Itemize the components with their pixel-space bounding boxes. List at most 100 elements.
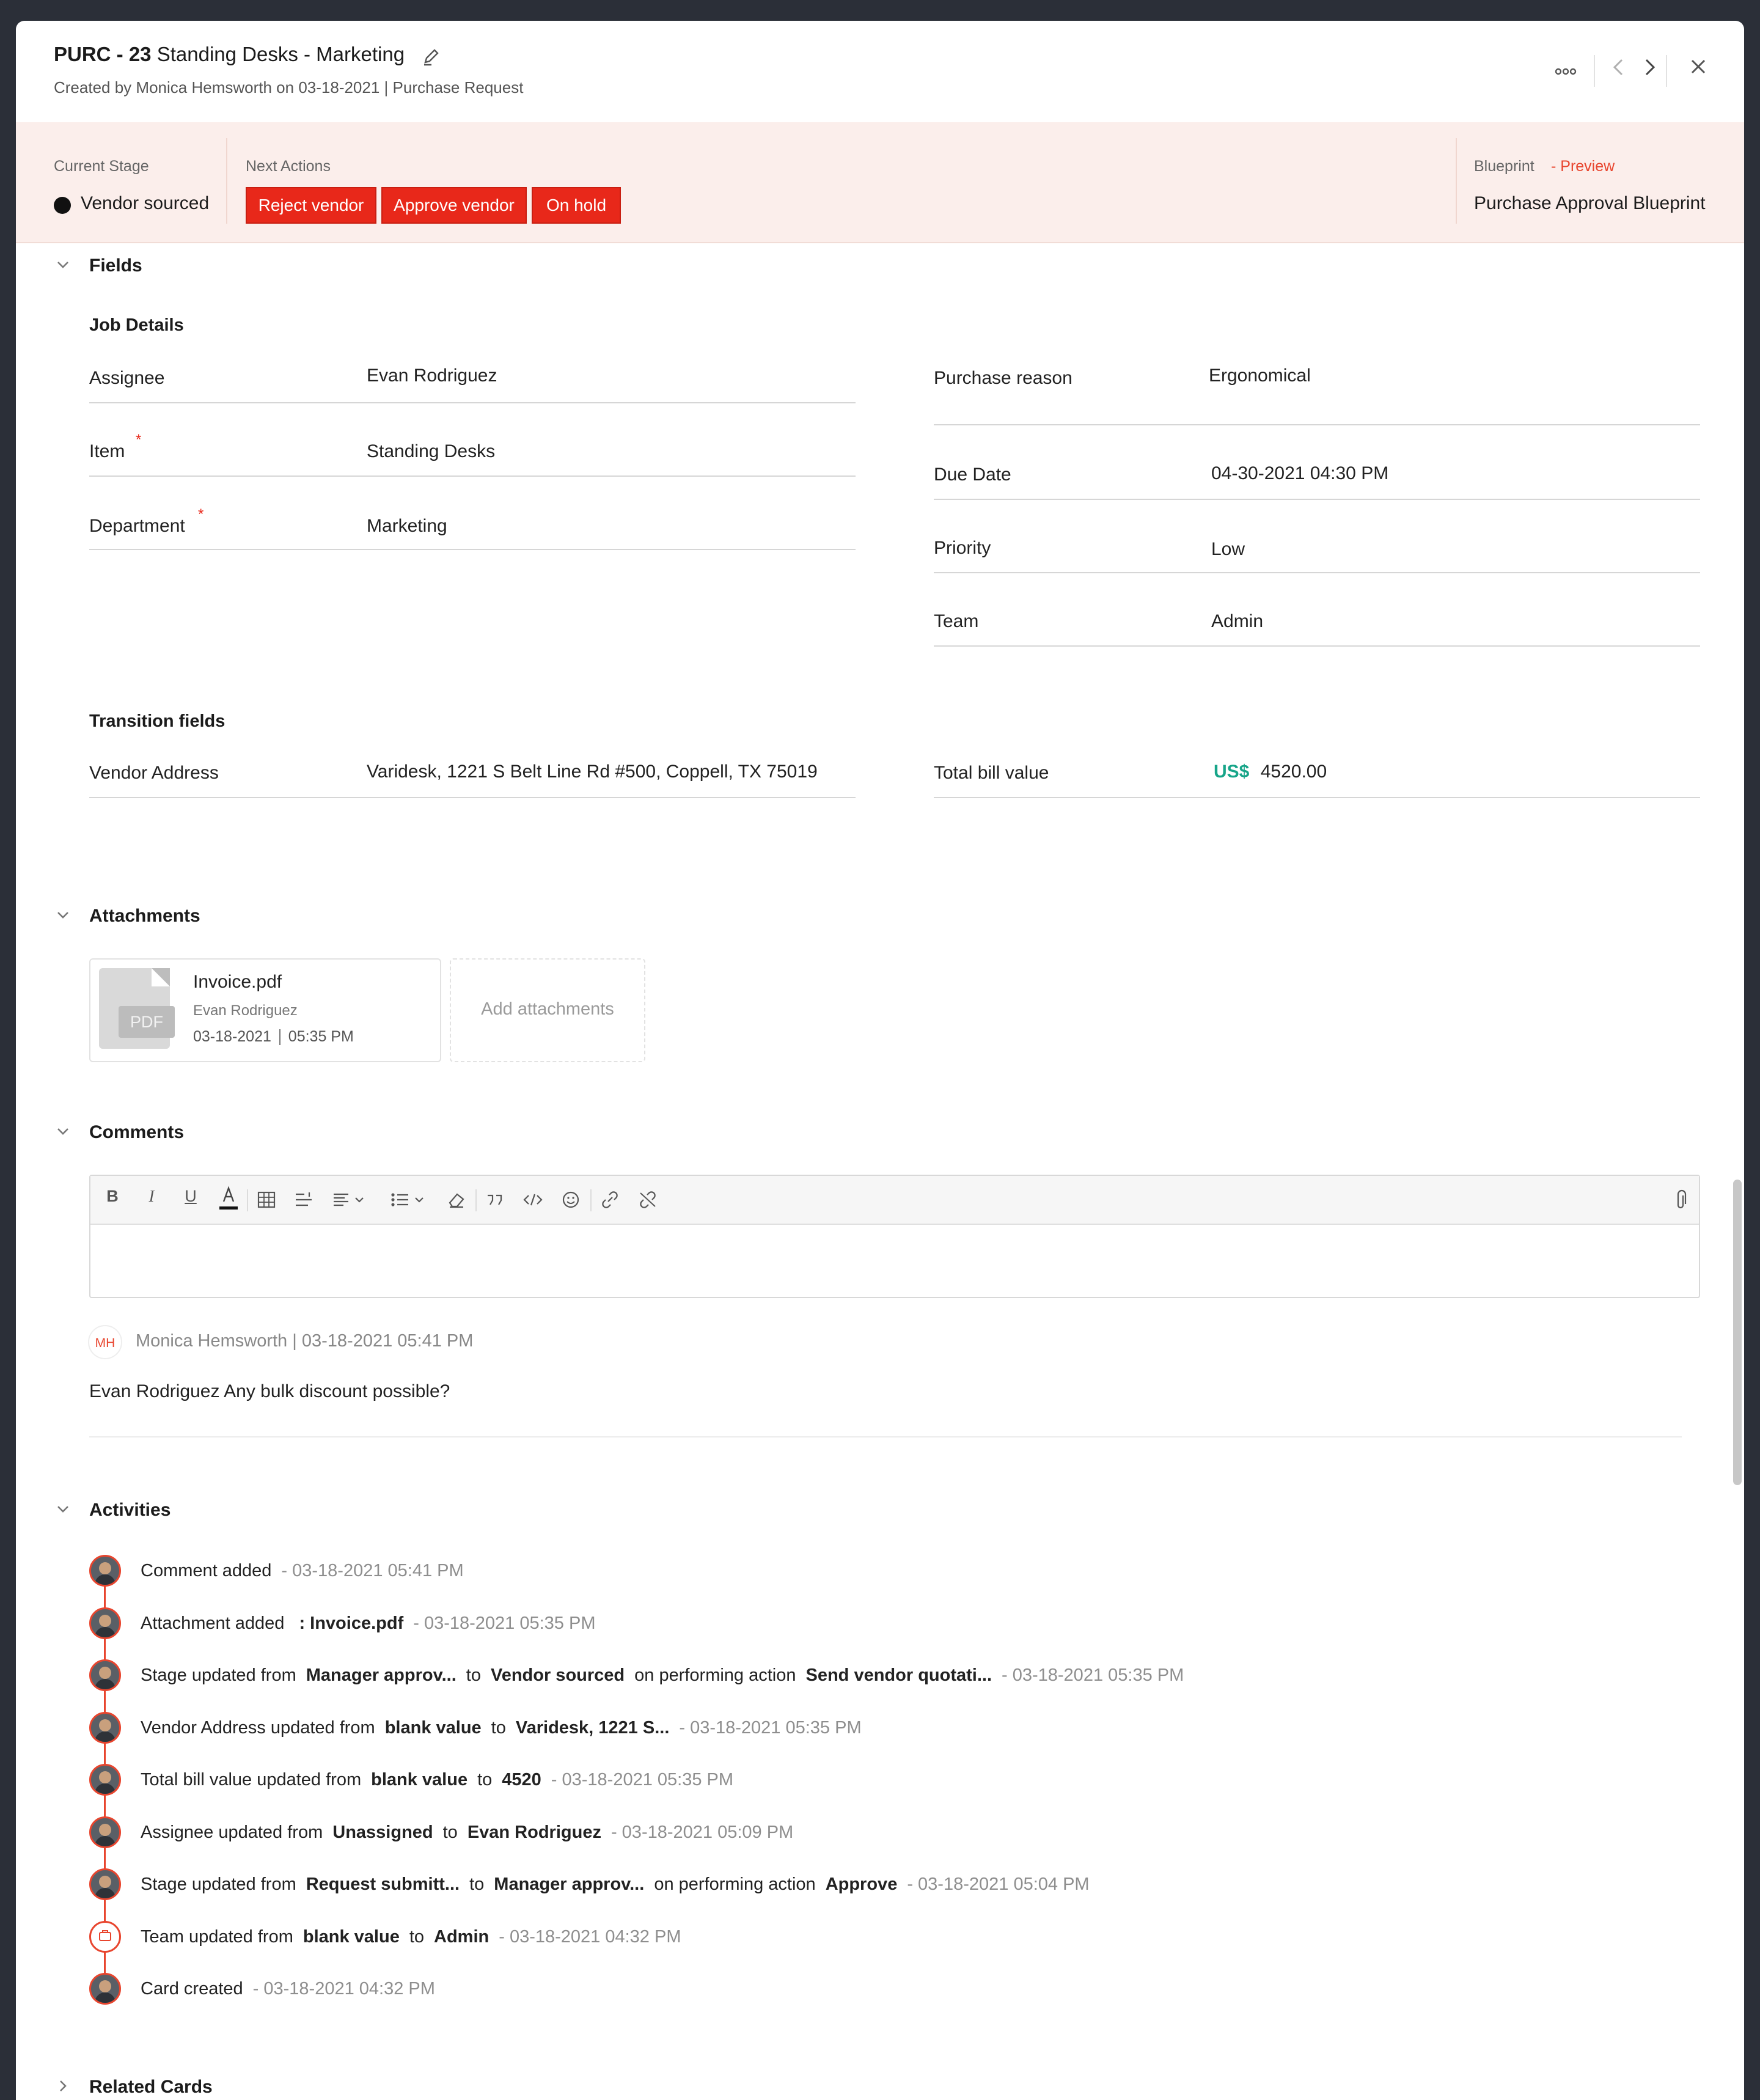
- edit-title-icon[interactable]: [422, 46, 440, 69]
- vendor-address-value[interactable]: Varidesk, 1221 S Belt Line Rd #500, Copp…: [367, 762, 818, 782]
- close-icon[interactable]: [1688, 56, 1709, 80]
- blueprint-preview-link[interactable]: - Preview: [1551, 158, 1615, 175]
- previous-card-icon[interactable]: [1610, 55, 1628, 83]
- purchase-reason-value[interactable]: Ergonomical: [1209, 365, 1311, 386]
- activity-value: Varidesk, 1221 S...: [515, 1717, 670, 1738]
- due-date-underline: [934, 499, 1700, 500]
- on-hold-button[interactable]: On hold: [532, 187, 621, 224]
- activity-time: - 03-18-2021 05:35 PM: [1002, 1665, 1184, 1685]
- due-date-value[interactable]: 04-30-2021 04:30 PM: [1211, 463, 1388, 484]
- total-bill-value-group[interactable]: US$ 4520.00: [1214, 762, 1327, 782]
- attachment-owner: Evan Rodriguez: [193, 1002, 298, 1019]
- approve-vendor-button[interactable]: Approve vendor: [381, 187, 527, 224]
- comments-collapse-icon[interactable]: [55, 1123, 71, 1144]
- list-icon[interactable]: [389, 1189, 430, 1213]
- comments-section-title[interactable]: Comments: [89, 1122, 184, 1143]
- pdf-file-icon: PDF: [99, 968, 175, 1049]
- next-card-icon[interactable]: [1640, 55, 1659, 83]
- attachments-section-title[interactable]: Attachments: [89, 906, 200, 927]
- activity-text: to: [477, 1770, 493, 1790]
- related-cards-section-title[interactable]: Related Cards: [89, 2077, 213, 2098]
- comment-editor[interactable]: B I U: [89, 1175, 1700, 1298]
- toolbar-separator: [475, 1189, 477, 1211]
- attachment-time: 05:35 PM: [288, 1028, 354, 1045]
- purchase-reason-label: Purchase reason: [934, 368, 1072, 388]
- fields-section-title[interactable]: Fields: [89, 255, 142, 276]
- stage-divider: [1456, 138, 1457, 224]
- activities-section-title[interactable]: Activities: [89, 1500, 170, 1521]
- clear-format-icon[interactable]: [445, 1189, 467, 1213]
- emoji-icon[interactable]: [560, 1189, 582, 1213]
- activity-item: Stage updated from Manager approv... to Ven…: [141, 1665, 1184, 1686]
- system-activity-avatar: [89, 1920, 121, 1953]
- item-required-marker: *: [136, 431, 142, 448]
- team-value[interactable]: Admin: [1211, 611, 1263, 632]
- attach-icon[interactable]: [1673, 1189, 1688, 1214]
- attachments-collapse-icon[interactable]: [55, 907, 71, 927]
- team-label: Team: [934, 611, 979, 631]
- total-bill-underline: [934, 797, 1700, 798]
- header-divider: [1666, 55, 1667, 87]
- activity-time: - 03-18-2021 04:32 PM: [499, 1926, 681, 1947]
- department-value[interactable]: Marketing: [367, 516, 447, 537]
- stage-divider: [226, 138, 227, 224]
- link-icon[interactable]: [599, 1189, 621, 1213]
- code-icon[interactable]: [522, 1189, 544, 1213]
- activity-time: - 03-18-2021 05:41 PM: [281, 1561, 464, 1581]
- reject-vendor-button[interactable]: Reject vendor: [246, 187, 376, 224]
- comment-author[interactable]: Monica Hemsworth: [136, 1331, 287, 1351]
- table-icon[interactable]: [255, 1189, 277, 1213]
- activity-value: 4520: [502, 1770, 541, 1790]
- priority-underline: [934, 572, 1700, 573]
- related-cards-expand-icon[interactable]: [55, 2078, 71, 2098]
- current-stage-label: Current Stage: [54, 158, 149, 175]
- activity-user-avatar: [89, 1868, 121, 1900]
- due-date-label: Due Date: [934, 464, 1011, 485]
- assignee-value[interactable]: Evan Rodriguez: [367, 365, 497, 386]
- assignee-label: Assignee: [89, 368, 165, 388]
- quote-icon[interactable]: [484, 1189, 506, 1213]
- activity-item: Card created - 03-18-2021 04:32 PM: [141, 1979, 435, 1999]
- activities-collapse-icon[interactable]: [55, 1501, 71, 1521]
- department-label: Department: [89, 516, 185, 536]
- attachment-card-invoice[interactable]: PDF Invoice.pdf Evan Rodriguez 03-18-202…: [89, 958, 441, 1062]
- vendor-address-label: Vendor Address: [89, 763, 219, 783]
- activity-text: Assignee updated from: [141, 1822, 323, 1842]
- team-underline: [934, 645, 1700, 647]
- activity-value: Evan Rodriguez: [467, 1822, 601, 1842]
- item-label: Item: [89, 441, 125, 461]
- blueprint-label: Blueprint: [1474, 158, 1535, 175]
- activity-text: Card created: [141, 1979, 243, 1999]
- created-by-user[interactable]: Monica Hemsworth: [136, 78, 272, 97]
- line-spacing-icon[interactable]: [293, 1189, 315, 1213]
- activity-user-avatar: [89, 1711, 121, 1744]
- activity-text: on performing action: [634, 1665, 796, 1685]
- card-title: PURC - 23 Standing Desks - Marketing: [54, 43, 405, 66]
- editor-toolbar: B I U: [90, 1176, 1699, 1225]
- text-color-icon[interactable]: [216, 1184, 241, 1216]
- activity-text: to: [409, 1926, 425, 1947]
- fields-collapse-icon[interactable]: [55, 257, 71, 277]
- italic-icon[interactable]: I: [138, 1187, 165, 1206]
- activity-text: on performing action: [654, 1874, 816, 1894]
- add-attachments-button[interactable]: Add attachments: [450, 958, 645, 1062]
- bold-icon[interactable]: B: [99, 1187, 126, 1206]
- underline-icon[interactable]: U: [177, 1187, 204, 1206]
- activity-text: Vendor Address updated from: [141, 1717, 375, 1738]
- item-value[interactable]: Standing Desks: [367, 441, 495, 462]
- activity-item: Stage updated from Request submitt... to Ma…: [141, 1874, 1090, 1895]
- attachment-file-name[interactable]: Invoice.pdf: [193, 972, 282, 993]
- comment-author-avatar: MH: [88, 1325, 122, 1359]
- activity-value: Send vendor quotati...: [805, 1665, 992, 1685]
- activity-time: - 03-18-2021 05:09 PM: [610, 1822, 794, 1842]
- unlink-icon[interactable]: [637, 1189, 659, 1213]
- activity-value: Manager approv...: [306, 1665, 457, 1685]
- priority-label: Priority: [934, 538, 991, 558]
- activity-time: - 03-18-2021 05:35 PM: [679, 1717, 862, 1738]
- pdf-badge: PDF: [119, 1006, 175, 1038]
- more-options-icon[interactable]: [1555, 67, 1577, 79]
- align-icon[interactable]: [331, 1189, 370, 1213]
- activity-text: Stage updated from: [141, 1665, 296, 1685]
- panel-scrollbar[interactable]: [1733, 1180, 1742, 1485]
- priority-value[interactable]: Low: [1211, 539, 1245, 560]
